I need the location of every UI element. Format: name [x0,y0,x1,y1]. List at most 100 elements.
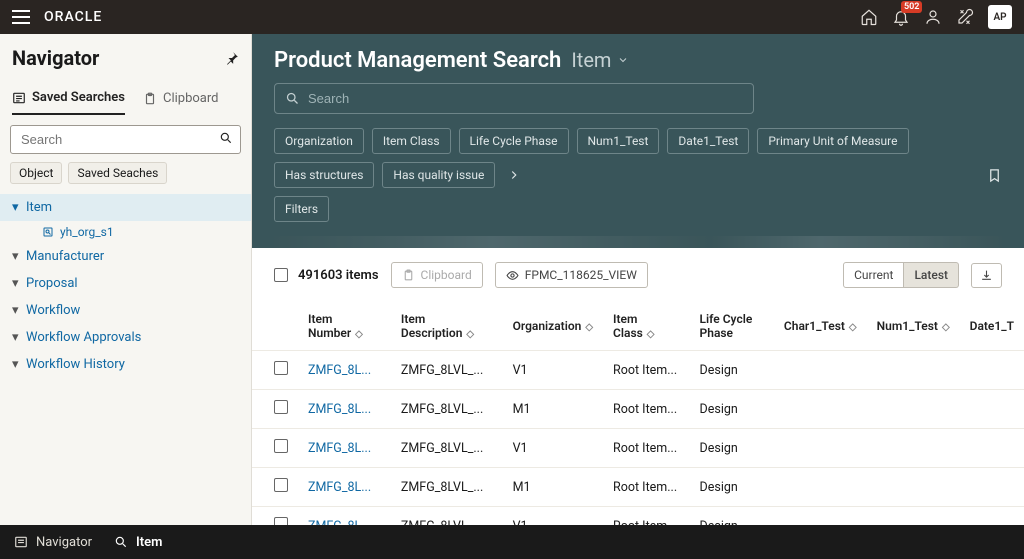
cell-item-class: Root Item... [603,468,690,507]
main-content: Product Management Search Item Organizat… [252,34,1024,525]
row-checkbox[interactable] [274,361,288,375]
chip-filters[interactable]: Filters [274,196,329,222]
menu-icon[interactable] [12,10,30,24]
cell-date1 [960,390,1024,429]
results-toolbar: 491603 items Clipboard FPMC_118625_VIEW … [252,248,1024,302]
tab-saved-searches[interactable]: Saved Searches [12,82,125,115]
chip-has-quality-issue[interactable]: Has quality issue [382,162,495,188]
cell-item-number[interactable]: ZMFG_8L... [298,468,391,507]
tree-item-workflow-approvals[interactable]: ▾Workflow Approvals [0,324,251,351]
col-date1-test[interactable]: Date1_T [960,302,1024,351]
col-char1-test[interactable]: Char1_Test◇ [774,302,867,351]
cell-num1 [867,468,960,507]
navigator-icon [14,535,28,549]
col-item-description[interactable]: Item Description◇ [391,302,503,351]
notifications-button[interactable]: 502 [892,8,910,26]
cell-item-number[interactable]: ZMFG_8L... [298,351,391,390]
footer-item[interactable]: Item [114,535,162,550]
pin-icon[interactable] [225,51,239,65]
download-icon [980,269,993,282]
chip-num1-test[interactable]: Num1_Test [577,128,660,154]
filter-chips: Organization Item Class Life Cycle Phase… [274,128,1002,188]
row-checkbox[interactable] [274,439,288,453]
list-icon [12,91,26,105]
table-row: ZMFG_8L...ZMFG_8LVL_...V1Root Item...Des… [252,429,1024,468]
clipboard-button[interactable]: Clipboard [391,262,483,288]
latest-button[interactable]: Latest [904,262,959,288]
tools-icon[interactable] [956,8,974,26]
cell-date1 [960,429,1024,468]
sidebar-search-input[interactable] [10,125,241,154]
cell-organization: V1 [503,429,603,468]
avatar[interactable]: AP [988,5,1012,29]
col-life-cycle-phase[interactable]: Life Cycle Phase [690,302,774,351]
tab-clipboard[interactable]: Clipboard [143,82,219,115]
cell-item-number[interactable]: ZMFG_8L... [298,507,391,526]
export-button[interactable] [971,263,1002,288]
cell-item-description: ZMFG_8LVL_... [391,468,503,507]
main-search-input[interactable] [308,91,743,106]
cell-item-description: ZMFG_8LVL_... [391,390,503,429]
cell-life-cycle-phase: Design [690,468,774,507]
page-title: Product Management Search [274,48,561,73]
chip-item-class[interactable]: Item Class [372,128,451,154]
view-button[interactable]: FPMC_118625_VIEW [495,262,648,288]
revision-toggle: Current Latest [843,262,959,288]
tree-item-workflow[interactable]: ▾Workflow [0,297,251,324]
navigator-sidebar: Navigator Saved Searches Clipboard Objec… [0,34,252,525]
tree-item-yh-org-s1[interactable]: yh_org_s1 [0,221,251,243]
home-icon[interactable] [860,8,878,26]
cell-date1 [960,468,1024,507]
object-selector[interactable]: Item [571,48,629,72]
cell-char1 [774,351,867,390]
cell-item-class: Root Item... [603,390,690,429]
footer-navigator[interactable]: Navigator [14,535,92,550]
cell-life-cycle-phase: Design [690,390,774,429]
filter-object[interactable]: Object [10,162,62,184]
row-checkbox[interactable] [274,400,288,414]
col-item-class[interactable]: Item Class◇ [603,302,690,351]
tree-item-workflow-history[interactable]: ▾Workflow History [0,351,251,378]
user-icon[interactable] [924,8,942,26]
tree-item-proposal[interactable]: ▾Proposal [0,270,251,297]
current-button[interactable]: Current [843,262,904,288]
footer-bar: Navigator Item [0,525,1024,559]
sidebar-search[interactable] [10,125,241,154]
tree-item-item[interactable]: ▾Item [0,194,251,221]
cell-item-description: ZMFG_8LVL_... [391,351,503,390]
chip-organization[interactable]: Organization [274,128,364,154]
chip-primary-uom[interactable]: Primary Unit of Measure [757,128,908,154]
row-checkbox[interactable] [274,478,288,492]
chip-life-cycle-phase[interactable]: Life Cycle Phase [459,128,569,154]
cell-date1 [960,507,1024,526]
search-icon [114,535,128,549]
col-num1-test[interactable]: Num1_Test◇ [867,302,960,351]
cell-char1 [774,429,867,468]
cell-date1 [960,351,1024,390]
filter-saved-searches[interactable]: Saved Seaches [68,162,167,184]
chip-has-structures[interactable]: Has structures [274,162,374,188]
col-organization[interactable]: Organization◇ [503,302,603,351]
select-all-checkbox[interactable] [274,268,288,282]
cell-char1 [774,468,867,507]
chip-date1-test[interactable]: Date1_Test [667,128,749,154]
cell-num1 [867,351,960,390]
cell-life-cycle-phase: Design [690,351,774,390]
eye-icon [506,269,519,282]
tree-item-manufacturer[interactable]: ▾Manufacturer [0,243,251,270]
notification-badge: 502 [901,1,922,13]
cell-item-class: Root Item... [603,429,690,468]
row-checkbox[interactable] [274,517,288,525]
search-icon[interactable] [219,131,233,145]
main-search[interactable] [274,83,754,114]
table-row: ZMFG_8L...ZMFG_8LVL_...V1Root Item...Des… [252,507,1024,526]
cell-item-description: ZMFG_8LVL_... [391,429,503,468]
bookmark-icon[interactable] [987,168,1002,183]
chevron-down-icon [617,54,629,66]
table-row: ZMFG_8L...ZMFG_8LVL_...M1Root Item...Des… [252,468,1024,507]
cell-item-number[interactable]: ZMFG_8L... [298,390,391,429]
brand-logo: ORACLE [44,9,102,25]
cell-item-number[interactable]: ZMFG_8L... [298,429,391,468]
chevron-right-icon[interactable] [507,168,521,182]
col-item-number[interactable]: Item Number◇ [298,302,391,351]
